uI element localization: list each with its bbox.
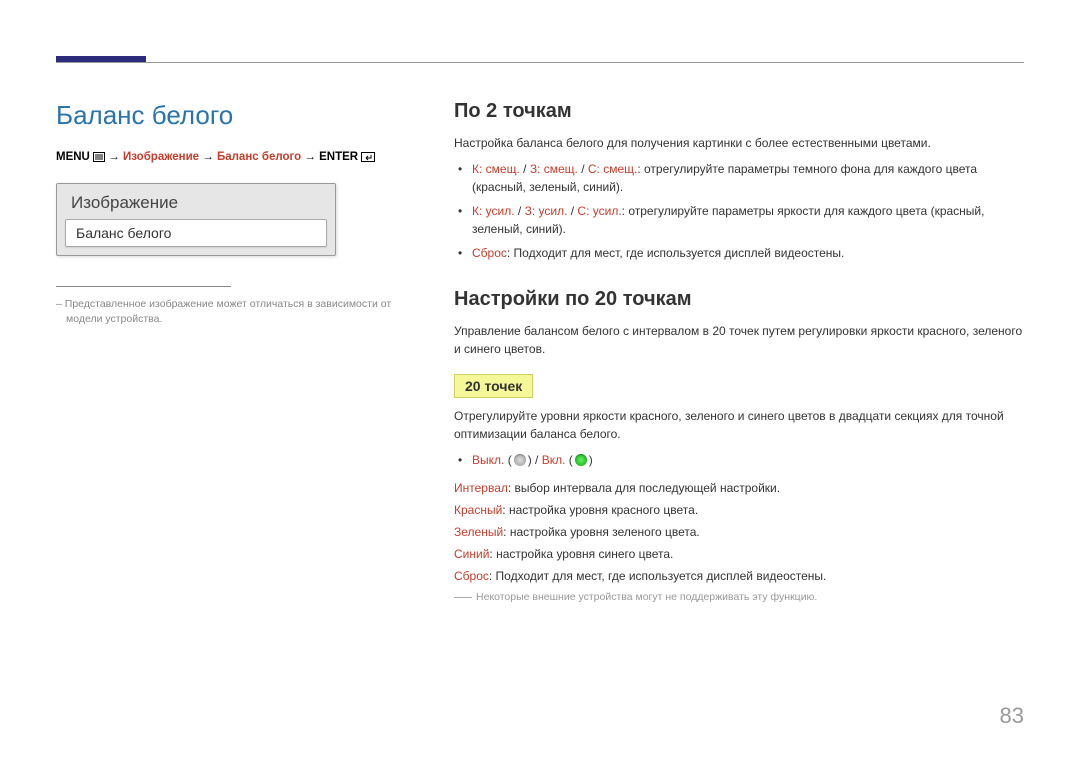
breadcrumb: MENU → Изображение → Баланс белого → ENT… <box>56 151 416 163</box>
footnote-dash-icon <box>454 597 472 598</box>
menu-preview-title: Изображение <box>65 190 327 219</box>
footnote: Некоторые внешние устройства могут не по… <box>454 591 1024 603</box>
breadcrumb-enter: ENTER <box>319 151 358 163</box>
enter-icon <box>361 152 375 162</box>
label-reset: Сброс <box>472 246 507 260</box>
param-interval: Интервал: выбор интервала для последующе… <box>454 479 1024 497</box>
breadcrumb-menu: MENU <box>56 151 90 163</box>
breadcrumb-arrow: → <box>202 151 214 163</box>
list-item: К: усил. / З: усил. / С: усил.: отрегули… <box>472 202 1024 238</box>
indicator-off-icon <box>514 454 526 466</box>
param-reset: Сброс: Подходит для мест, где использует… <box>454 567 1024 585</box>
section-heading-20points: Настройки по 20 точкам <box>454 288 1024 311</box>
breadcrumb-arrow: → <box>108 151 120 163</box>
section-2points-desc: Настройка баланса белого для получения к… <box>454 135 1024 152</box>
list-item: Выкл. () / Вкл. () <box>472 451 1024 469</box>
page-title: Баланс белого <box>56 100 416 131</box>
label-c-shift: С: смещ. <box>588 162 637 176</box>
highlight-desc: Отрегулируйте уровни яркости красного, з… <box>454 408 1024 443</box>
header-divider <box>56 62 1024 63</box>
bullet-list-2points: К: смещ. / З: смещ. / С: смещ.: отрегули… <box>454 160 1024 262</box>
param-blue: Синий: настройка уровня синего цвета. <box>454 545 1024 563</box>
section-heading-2points: По 2 точкам <box>454 100 1024 123</box>
left-column: Баланс белого MENU → Изображение → Балан… <box>56 100 416 326</box>
label-k-shift: К: смещ. <box>472 162 520 176</box>
label-z-shift: З: смещ. <box>530 162 578 176</box>
divider <box>56 286 231 287</box>
menu-preview-box: Изображение Баланс белого <box>56 183 336 256</box>
param-red: Красный: настройка уровня красного цвета… <box>454 501 1024 519</box>
toggle-off-label: Выкл. <box>472 453 504 467</box>
bullet-list-toggle: Выкл. () / Вкл. () <box>454 451 1024 469</box>
label-k-gain: К: усил. <box>472 204 515 218</box>
indicator-on-icon <box>575 454 587 466</box>
right-column: По 2 точкам Настройка баланса белого для… <box>454 100 1024 603</box>
label-c-gain: С: усил. <box>577 204 621 218</box>
image-disclaimer-note: Представленное изображение может отличат… <box>56 297 416 326</box>
menu-icon <box>93 152 105 162</box>
menu-preview-item: Баланс белого <box>65 219 327 247</box>
highlight-20points: 20 точек <box>454 374 533 398</box>
list-item: Сброс: Подходит для мест, где использует… <box>472 244 1024 262</box>
list-item: К: смещ. / З: смещ. / С: смещ.: отрегули… <box>472 160 1024 196</box>
page-number: 83 <box>1000 703 1024 729</box>
breadcrumb-wb: Баланс белого <box>217 151 301 163</box>
toggle-on-label: Вкл. <box>542 453 566 467</box>
param-green: Зеленый: настройка уровня зеленого цвета… <box>454 523 1024 541</box>
label-z-gain: З: усил. <box>525 204 568 218</box>
section-20points-desc: Управление балансом белого с интервалом … <box>454 323 1024 358</box>
breadcrumb-image: Изображение <box>123 151 199 163</box>
breadcrumb-arrow: → <box>304 151 316 163</box>
bullet-text: : Подходит для мест, где используется ди… <box>507 246 845 260</box>
